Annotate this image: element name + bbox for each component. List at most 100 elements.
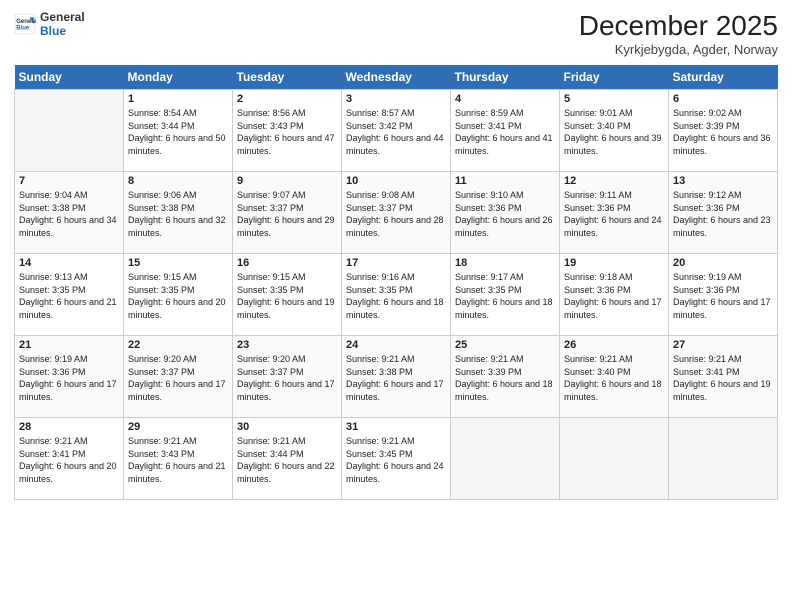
sun-info: Sunrise: 9:11 AMSunset: 3:36 PMDaylight:… <box>564 189 664 239</box>
weekday-header-row: SundayMondayTuesdayWednesdayThursdayFrid… <box>15 65 778 90</box>
logo: General Blue General Blue <box>14 10 85 39</box>
weekday-monday: Monday <box>124 65 233 90</box>
day-number: 26 <box>564 339 664 351</box>
day-cell: 10 Sunrise: 9:08 AMSunset: 3:37 PMDayligh… <box>342 172 451 254</box>
day-number: 13 <box>673 175 773 187</box>
day-cell: 12 Sunrise: 9:11 AMSunset: 3:36 PMDayligh… <box>560 172 669 254</box>
sun-info: Sunrise: 9:21 AMSunset: 3:45 PMDaylight:… <box>346 435 446 485</box>
weekday-wednesday: Wednesday <box>342 65 451 90</box>
day-number: 5 <box>564 93 664 105</box>
week-row-4: 21 Sunrise: 9:19 AMSunset: 3:36 PMDayligh… <box>15 336 778 418</box>
sun-info: Sunrise: 9:20 AMSunset: 3:37 PMDaylight:… <box>128 353 228 403</box>
day-cell: 31 Sunrise: 9:21 AMSunset: 3:45 PMDayligh… <box>342 418 451 500</box>
day-number: 23 <box>237 339 337 351</box>
sun-info: Sunrise: 9:21 AMSunset: 3:43 PMDaylight:… <box>128 435 228 485</box>
day-cell: 21 Sunrise: 9:19 AMSunset: 3:36 PMDayligh… <box>15 336 124 418</box>
day-cell: 2 Sunrise: 8:56 AMSunset: 3:43 PMDaylight… <box>233 90 342 172</box>
day-number: 2 <box>237 93 337 105</box>
day-cell: 16Sunrise: 9:15 AMSunset: 3:35 PMDayligh… <box>233 254 342 336</box>
day-cell: 3 Sunrise: 8:57 AMSunset: 3:42 PMDaylight… <box>342 90 451 172</box>
sun-info: Sunrise: 9:15 AMSunset: 3:35 PMDaylight:… <box>237 271 337 321</box>
sun-info: Sunrise: 9:21 AMSunset: 3:38 PMDaylight:… <box>346 353 446 403</box>
location: Kyrkjebygda, Agder, Norway <box>579 42 778 57</box>
day-number: 10 <box>346 175 446 187</box>
day-cell: 18 Sunrise: 9:17 AMSunset: 3:35 PMDayligh… <box>451 254 560 336</box>
sun-info: Sunrise: 9:21 AMSunset: 3:40 PMDaylight:… <box>564 353 664 403</box>
day-number: 31 <box>346 421 446 433</box>
day-number: 27 <box>673 339 773 351</box>
sun-info: Sunrise: 9:08 AMSunset: 3:37 PMDaylight:… <box>346 189 446 239</box>
sun-info: Sunrise: 9:21 AMSunset: 3:39 PMDaylight:… <box>455 353 555 403</box>
day-number: 3 <box>346 93 446 105</box>
week-row-3: 14 Sunrise: 9:13 AMSunset: 3:35 PMDayligh… <box>15 254 778 336</box>
sun-info: Sunrise: 9:13 AMSunset: 3:35 PMDaylight:… <box>19 271 119 321</box>
day-number: 4 <box>455 93 555 105</box>
day-number: 18 <box>455 257 555 269</box>
day-number: 30 <box>237 421 337 433</box>
weekday-sunday: Sunday <box>15 65 124 90</box>
sun-info: Sunrise: 9:20 AMSunset: 3:37 PMDaylight:… <box>237 353 337 403</box>
sun-info: Sunrise: 9:07 AMSunset: 3:37 PMDaylight:… <box>237 189 337 239</box>
page-container: General Blue General Blue December 2025 … <box>0 0 792 508</box>
sun-info: Sunrise: 9:15 AMSunset: 3:35 PMDaylight:… <box>128 271 228 321</box>
sun-info: Sunrise: 9:10 AMSunset: 3:36 PMDaylight:… <box>455 189 555 239</box>
day-cell: 26 Sunrise: 9:21 AMSunset: 3:40 PMDayligh… <box>560 336 669 418</box>
calendar-table: SundayMondayTuesdayWednesdayThursdayFrid… <box>14 65 778 500</box>
day-cell: 19Sunrise: 9:18 AMSunset: 3:36 PMDayligh… <box>560 254 669 336</box>
day-cell: 29 Sunrise: 9:21 AMSunset: 3:43 PMDayligh… <box>124 418 233 500</box>
sun-info: Sunrise: 9:21 AMSunset: 3:41 PMDaylight:… <box>19 435 119 485</box>
day-cell: 20 Sunrise: 9:19 AMSunset: 3:36 PMDayligh… <box>669 254 778 336</box>
day-number: 28 <box>19 421 119 433</box>
week-row-1: 1 Sunrise: 8:54 AMSunset: 3:44 PMDaylight… <box>15 90 778 172</box>
day-number: 12 <box>564 175 664 187</box>
day-number: 21 <box>19 339 119 351</box>
day-cell: 15Sunrise: 9:15 AMSunset: 3:35 PMDayligh… <box>124 254 233 336</box>
day-cell: 7 Sunrise: 9:04 AMSunset: 3:38 PMDaylight… <box>15 172 124 254</box>
day-number: 14 <box>19 257 119 269</box>
day-cell: 13 Sunrise: 9:12 AMSunset: 3:36 PMDayligh… <box>669 172 778 254</box>
day-number: 22 <box>128 339 228 351</box>
day-number: 17 <box>346 257 446 269</box>
weekday-friday: Friday <box>560 65 669 90</box>
day-cell: 14 Sunrise: 9:13 AMSunset: 3:35 PMDayligh… <box>15 254 124 336</box>
day-number: 19 <box>564 257 664 269</box>
day-cell: 9Sunrise: 9:07 AMSunset: 3:37 PMDaylight… <box>233 172 342 254</box>
logo-blue: Blue <box>40 24 85 38</box>
day-number: 20 <box>673 257 773 269</box>
day-number: 8 <box>128 175 228 187</box>
day-cell: 4Sunrise: 8:59 AMSunset: 3:41 PMDaylight… <box>451 90 560 172</box>
day-cell: 22 Sunrise: 9:20 AMSunset: 3:37 PMDayligh… <box>124 336 233 418</box>
day-cell: 5Sunrise: 9:01 AMSunset: 3:40 PMDaylight… <box>560 90 669 172</box>
day-number: 24 <box>346 339 446 351</box>
sun-info: Sunrise: 9:16 AMSunset: 3:35 PMDaylight:… <box>346 271 446 321</box>
sun-info: Sunrise: 9:21 AMSunset: 3:44 PMDaylight:… <box>237 435 337 485</box>
day-number: 7 <box>19 175 119 187</box>
day-cell: 17 Sunrise: 9:16 AMSunset: 3:35 PMDayligh… <box>342 254 451 336</box>
day-number: 25 <box>455 339 555 351</box>
month-title: December 2025 <box>579 10 778 42</box>
header: General Blue General Blue December 2025 … <box>14 10 778 57</box>
sun-info: Sunrise: 9:02 AMSunset: 3:39 PMDaylight:… <box>673 107 773 157</box>
sun-info: Sunrise: 9:06 AMSunset: 3:38 PMDaylight:… <box>128 189 228 239</box>
sun-info: Sunrise: 9:19 AMSunset: 3:36 PMDaylight:… <box>19 353 119 403</box>
week-row-2: 7 Sunrise: 9:04 AMSunset: 3:38 PMDaylight… <box>15 172 778 254</box>
weekday-tuesday: Tuesday <box>233 65 342 90</box>
day-cell: 24 Sunrise: 9:21 AMSunset: 3:38 PMDayligh… <box>342 336 451 418</box>
sun-info: Sunrise: 8:54 AMSunset: 3:44 PMDaylight:… <box>128 107 228 157</box>
sun-info: Sunrise: 9:21 AMSunset: 3:41 PMDaylight:… <box>673 353 773 403</box>
day-number: 1 <box>128 93 228 105</box>
day-number: 29 <box>128 421 228 433</box>
sun-info: Sunrise: 8:56 AMSunset: 3:43 PMDaylight:… <box>237 107 337 157</box>
sun-info: Sunrise: 9:12 AMSunset: 3:36 PMDaylight:… <box>673 189 773 239</box>
sun-info: Sunrise: 9:19 AMSunset: 3:36 PMDaylight:… <box>673 271 773 321</box>
sun-info: Sunrise: 8:57 AMSunset: 3:42 PMDaylight:… <box>346 107 446 157</box>
day-cell: 25 Sunrise: 9:21 AMSunset: 3:39 PMDayligh… <box>451 336 560 418</box>
weekday-saturday: Saturday <box>669 65 778 90</box>
day-number: 6 <box>673 93 773 105</box>
logo-general: General <box>40 10 85 24</box>
sun-info: Sunrise: 9:17 AMSunset: 3:35 PMDaylight:… <box>455 271 555 321</box>
day-cell: 23 Sunrise: 9:20 AMSunset: 3:37 PMDayligh… <box>233 336 342 418</box>
svg-text:Blue: Blue <box>16 26 30 32</box>
day-cell <box>669 418 778 500</box>
sun-info: Sunrise: 9:04 AMSunset: 3:38 PMDaylight:… <box>19 189 119 239</box>
